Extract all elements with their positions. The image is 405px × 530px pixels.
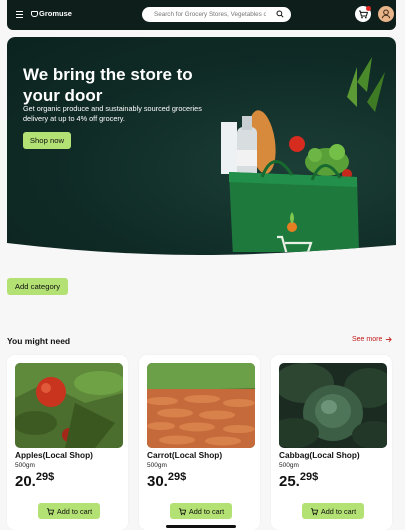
product-weight: 500gm [15,462,35,469]
home-indicator [166,525,236,528]
hero-subtitle: Get organic produce and sustainably sour… [23,104,202,123]
add-to-cart-button[interactable]: Add to cart [302,503,364,519]
product-price: 30.29$ [147,471,187,490]
cart-icon [310,507,319,515]
search-input[interactable] [154,11,266,18]
add-to-cart-button[interactable]: Add to cart [170,503,232,519]
cart-icon [178,507,187,515]
product-card[interactable]: Carrot(Local Shop) 500gm 30.29$ Add to c… [139,355,260,530]
section-title: You might need [7,336,71,346]
product-card[interactable]: Apples(Local Shop) 500gm 20.29$ Add to c… [7,355,128,530]
product-image-apples [15,363,123,448]
add-category-button[interactable]: Add category [7,278,68,295]
logo-icon [31,10,38,17]
see-more-label: See more [352,336,383,343]
search-bar[interactable] [142,7,291,22]
arrow-right-icon [386,337,393,342]
hero-title: We bring the store to your door [23,65,193,105]
logo-text: Gromuse [39,9,72,18]
add-to-cart-button[interactable]: Add to cart [38,503,100,519]
grocery-bag-image [207,52,396,252]
search-icon[interactable] [276,10,284,18]
avatar[interactable] [378,6,394,22]
product-name: Carrot(Local Shop) [147,450,223,460]
product-image-carrot [147,363,255,448]
product-price: 25.29$ [279,471,319,490]
product-price: 20.29$ [15,471,55,490]
user-icon [381,9,391,19]
product-image-cabbage [279,363,387,448]
see-more-link[interactable]: See more [352,336,393,343]
product-name: Apples(Local Shop) [15,450,93,460]
hero-banner: We bring the store to your door Get orga… [7,37,396,255]
product-card[interactable]: Cabbag(Local Shop) 500gm 25.29$ Add to c… [271,355,392,530]
product-weight: 500gm [279,462,299,469]
top-navbar: Gromuse [7,0,396,30]
shop-now-button[interactable]: Shop now [23,132,71,149]
product-weight: 500gm [147,462,167,469]
product-name: Cabbag(Local Shop) [279,450,360,460]
cart-button[interactable] [355,6,371,22]
logo[interactable]: Gromuse [31,9,72,18]
cart-badge [366,6,371,11]
cart-icon [46,507,55,515]
menu-icon[interactable] [16,11,23,18]
